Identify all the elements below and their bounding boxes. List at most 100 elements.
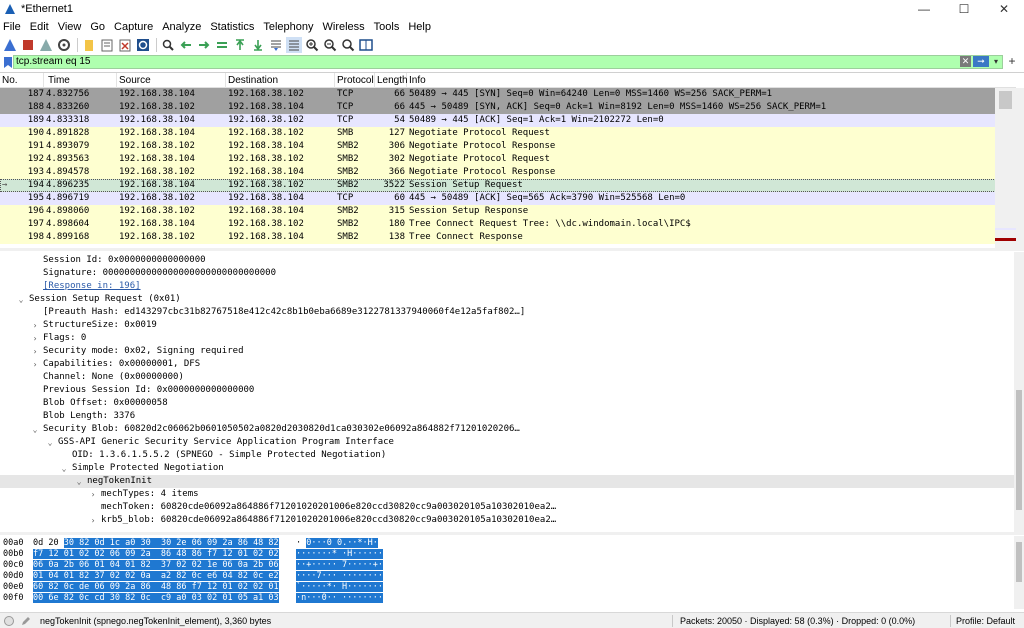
byte-ascii[interactable]: ··+····· 7·····+· [296,560,383,571]
menu-help[interactable]: Help [404,21,436,33]
detail-tree-item[interactable]: ⌄ Simple Protected Negotiation [0,462,1014,475]
expand-arrow-icon[interactable]: › [30,358,40,371]
add-filter-button-icon[interactable]: + [1006,55,1018,69]
find-packet-icon[interactable] [160,37,176,53]
byte-hex[interactable]: f7 12 01 02 02 06 09 2a 86 48 86 f7 12 0… [33,549,279,560]
pane-splitter[interactable] [0,532,1024,535]
menu-view[interactable]: View [54,21,87,33]
close-button[interactable]: ✕ [984,0,1024,18]
detail-tree-item[interactable]: › mechTypes: 4 items [0,488,1014,501]
packet-row[interactable]: 197 4.898604 192.168.38.104 192.168.38.102 S… [0,218,996,231]
packet-row-selected[interactable]: → 194 4.896235 192.168.38.104 192.168.38.102… [0,179,996,192]
go-first-icon[interactable] [232,37,248,53]
capture-options-icon[interactable] [56,37,72,53]
detail-tree-item[interactable]: ⌄ Security Blob: 60820d2c06062b0601050502… [0,423,1014,436]
menu-file[interactable]: File [0,21,26,33]
packet-row[interactable]: 195 4.896719 192.168.38.102 192.168.38.104 T… [0,192,996,205]
stop-capture-icon[interactable] [20,37,36,53]
menu-analyze[interactable]: Analyze [158,21,206,33]
menu-go[interactable]: Go [86,21,110,33]
detail-tree-item[interactable]: OID: 1.3.6.1.5.5.2 (SPNEGO - Simple Prot… [0,449,1014,462]
detail-tree-item[interactable]: Previous Session Id: 0x0000000000000000 [0,384,1014,397]
byte-ascii[interactable]: ·n···0·· ········ [296,593,383,604]
byte-hex[interactable]: 60 82 0c de 06 09 2a 86 48 86 f7 12 01 0… [33,582,279,593]
packet-row[interactable]: 191 4.893079 192.168.38.102 192.168.38.104 S… [0,140,996,153]
detail-tree-item[interactable]: Blob Length: 3376 [0,410,1014,423]
column-destination[interactable]: Destination [226,73,335,88]
minimize-button[interactable]: — [904,0,944,18]
save-file-icon[interactable] [99,37,115,53]
collapse-arrow-icon[interactable]: ⌄ [30,423,40,436]
zoom-out-icon[interactable] [322,37,338,53]
expand-arrow-icon[interactable]: › [88,514,98,527]
detail-tree-item[interactable]: [Preauth Hash: ed143297cbc31b82767518e41… [0,306,1014,319]
menu-telephony[interactable]: Telephony [259,21,318,33]
menu-capture[interactable]: Capture [110,21,158,33]
byte-hex[interactable]: 06 0a 2b 06 01 04 01 82 37 02 02 1e 06 0… [33,560,279,571]
packet-row[interactable]: 196 4.898060 192.168.38.102 192.168.38.104 S… [0,205,996,218]
zoom-in-icon[interactable] [304,37,320,53]
detail-tree-item[interactable]: ⌄ GSS-API Generic Security Service Applic… [0,436,1014,449]
expand-arrow-icon[interactable]: › [30,319,40,332]
bytes-scrollbar[interactable] [1014,536,1024,609]
collapse-arrow-icon[interactable]: ⌄ [74,475,84,488]
menu-tools[interactable]: Tools [370,21,405,33]
apply-filter-icon[interactable]: ➞ [973,56,989,67]
byte-hex[interactable]: 01 04 01 82 37 02 02 0a a2 82 0c e6 04 8… [33,571,279,582]
filter-history-dropdown-icon[interactable]: ▾ [991,56,1001,67]
detail-tree-item[interactable]: Session Id: 0x0000000000000000 [0,254,1014,267]
go-last-icon[interactable] [250,37,266,53]
packet-list-scrollbar[interactable] [1016,88,1024,248]
column-length[interactable]: Length [375,73,408,88]
packet-row[interactable]: 193 4.894578 192.168.38.102 192.168.38.104 S… [0,166,996,179]
display-filter-input[interactable]: tcp.stream eq 15 [13,55,1003,69]
detail-tree-item[interactable]: ⌄ Session Setup Request (0x01) [0,293,1014,306]
byte-hex[interactable]: 00 6e 82 0c cd 30 82 0c c9 a0 03 02 01 0… [33,593,279,604]
restart-capture-icon[interactable] [38,37,54,53]
detail-tree-item[interactable]: [Response in: 196] [0,280,1014,293]
packet-row[interactable]: 188 4.833260 192.168.38.102 192.168.38.104 T… [0,101,996,114]
expert-info-icon[interactable] [4,615,14,626]
expand-arrow-icon[interactable]: › [30,332,40,345]
open-file-icon[interactable] [81,37,97,53]
column-time[interactable]: Time [44,73,117,88]
packet-row[interactable]: 198 4.899168 192.168.38.102 192.168.38.104 S… [0,231,996,244]
status-profile[interactable]: Profile: Default [956,616,1015,626]
packet-row[interactable]: 189 4.833318 192.168.38.104 192.168.38.102 T… [0,114,996,127]
packet-row[interactable]: 187 4.832756 192.168.38.104 192.168.38.102 T… [0,88,996,101]
byte-ascii[interactable]: ····7··· ········ [296,571,383,582]
colorize-icon[interactable] [286,37,302,53]
byte-ascii[interactable]: `·····*· H······· [296,582,383,593]
resize-columns-icon[interactable] [358,37,374,53]
start-capture-icon[interactable] [2,37,18,53]
maximize-button[interactable]: ☐ [944,0,984,18]
byte-ascii[interactable]: ·······* ·H······ [296,549,383,560]
detail-tree-item[interactable]: › Flags: 0 [0,332,1014,345]
response-link[interactable]: [Response in: 196] [43,280,141,293]
collapse-arrow-icon[interactable]: ⌄ [45,436,55,449]
packet-row[interactable]: 192 4.893563 192.168.38.104 192.168.38.102 S… [0,153,996,166]
autoscroll-icon[interactable] [268,37,284,53]
collapse-arrow-icon[interactable]: ⌄ [59,462,69,475]
byte-hex[interactable]: 0d 20 30 82 0d 1c a0 30 30 2e 06 09 2a 8… [33,538,279,549]
detail-tree-item[interactable]: › StructureSize: 0x0019 [0,319,1014,332]
detail-tree-item[interactable]: ⌄ negTokenInit [0,475,1014,488]
detail-tree-item[interactable]: mechToken: 60820cde06092a864886f71201020… [0,501,1014,514]
detail-tree-item[interactable]: › Capabilities: 0x00000001, DFS [0,358,1014,371]
packet-row[interactable]: 190 4.891828 192.168.38.104 192.168.38.102 S… [0,127,996,140]
expand-arrow-icon[interactable]: › [88,488,98,501]
column-protocol[interactable]: Protocol [335,73,375,88]
minimap-thumb[interactable] [999,91,1012,109]
detail-tree-item[interactable]: Channel: None (0x00000000) [0,371,1014,384]
menu-statistics[interactable]: Statistics [206,21,259,33]
go-to-packet-icon[interactable] [214,37,230,53]
detail-tree-item[interactable]: Signature: 00000000000000000000000000000… [0,267,1014,280]
packet-minimap[interactable] [995,88,1016,248]
menu-edit[interactable]: Edit [26,21,54,33]
collapse-arrow-icon[interactable]: ⌄ [16,293,26,306]
column-info[interactable]: Info [407,73,1016,88]
detail-tree-item[interactable]: › krb5_blob: 60820cde06092a864886f7120102… [0,514,1014,527]
go-back-icon[interactable] [178,37,194,53]
byte-ascii[interactable]: · 0···0 0.··*·H· [296,538,378,549]
detail-tree-item[interactable]: › Security mode: 0x02, Signing required [0,345,1014,358]
